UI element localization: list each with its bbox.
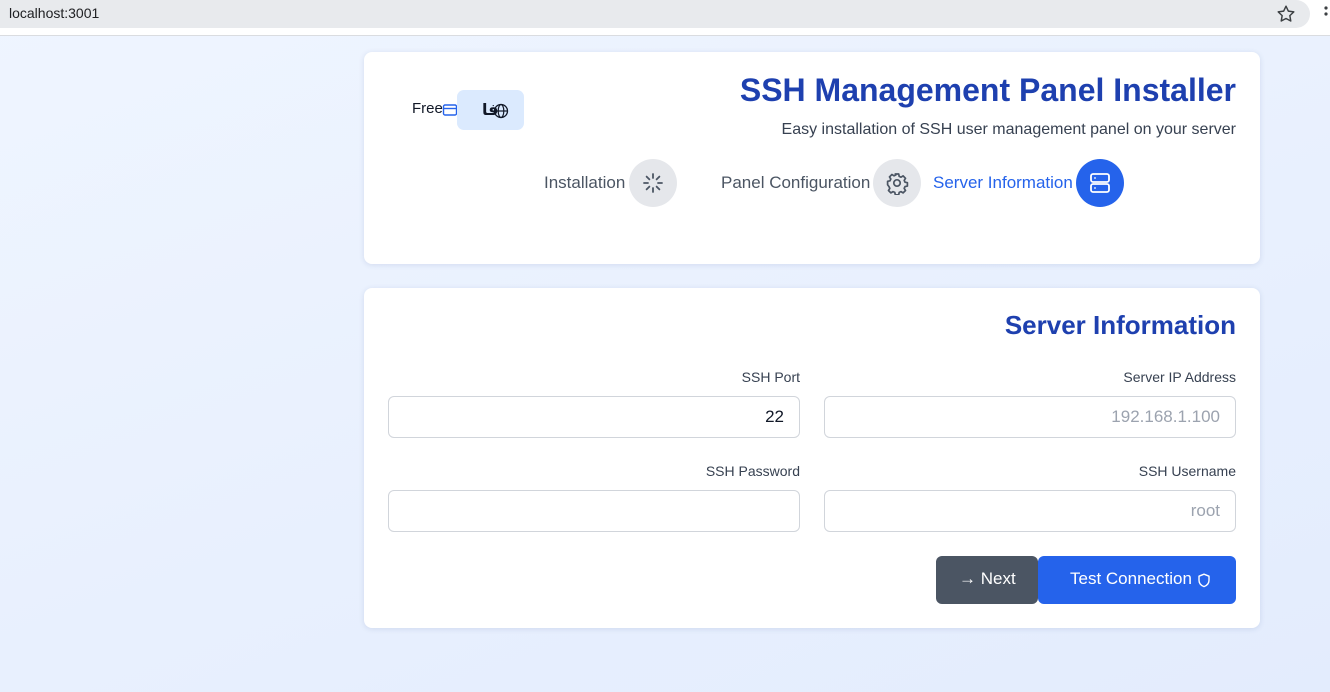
star-icon[interactable] xyxy=(1275,3,1297,25)
form-title: Server Information xyxy=(1004,310,1236,340)
test-connection-button[interactable]: Test Connection xyxy=(1038,556,1236,604)
step-server-information xyxy=(1076,159,1124,207)
server-information-form: Server Information SSH Port Server IP Ad… xyxy=(364,288,1260,628)
page-title: SSH Management Panel Installer xyxy=(739,72,1236,108)
next-button[interactable]: → Next xyxy=(936,556,1038,604)
card-icon xyxy=(442,104,458,116)
ssh-username-label: SSH Username xyxy=(1138,463,1236,479)
ssh-port-input[interactable] xyxy=(388,396,800,438)
browser-bar: localhost:3001 xyxy=(0,0,1330,36)
more-icon[interactable] xyxy=(1322,6,1330,22)
ssh-password-input[interactable] xyxy=(388,490,800,532)
step-installation-label: Installation xyxy=(544,173,626,192)
ssh-password-label: SSH Password xyxy=(705,463,800,479)
server-icon xyxy=(1090,173,1110,193)
step-installation xyxy=(629,159,677,207)
ssh-username-input[interactable] xyxy=(824,490,1236,532)
language-toggle-button[interactable]: فا xyxy=(457,90,524,130)
shield-icon xyxy=(1198,573,1210,588)
free-badge-label: Free xyxy=(412,100,443,117)
spinner-icon xyxy=(643,173,663,193)
step-server-information-label: Server Information xyxy=(933,173,1073,192)
step-panel-configuration-label: Panel Configuration xyxy=(721,173,871,192)
header-card: SSH Management Panel Installer Easy inst… xyxy=(364,52,1260,264)
step-panel-configuration xyxy=(873,159,921,207)
test-connection-label: Test Connection xyxy=(1070,569,1192,588)
page-subtitle: Easy installation of SSH user management… xyxy=(781,121,1236,138)
ssh-port-label: SSH Port xyxy=(741,369,800,385)
address-bar[interactable]: localhost:3001 xyxy=(0,0,1310,28)
gear-icon xyxy=(886,173,909,195)
globe-icon xyxy=(493,103,509,119)
next-button-label: → Next xyxy=(959,569,1016,588)
server-ip-input[interactable] xyxy=(824,396,1236,438)
address-text[interactable]: localhost:3001 xyxy=(9,5,99,21)
server-ip-label: Server IP Address xyxy=(1123,369,1236,385)
